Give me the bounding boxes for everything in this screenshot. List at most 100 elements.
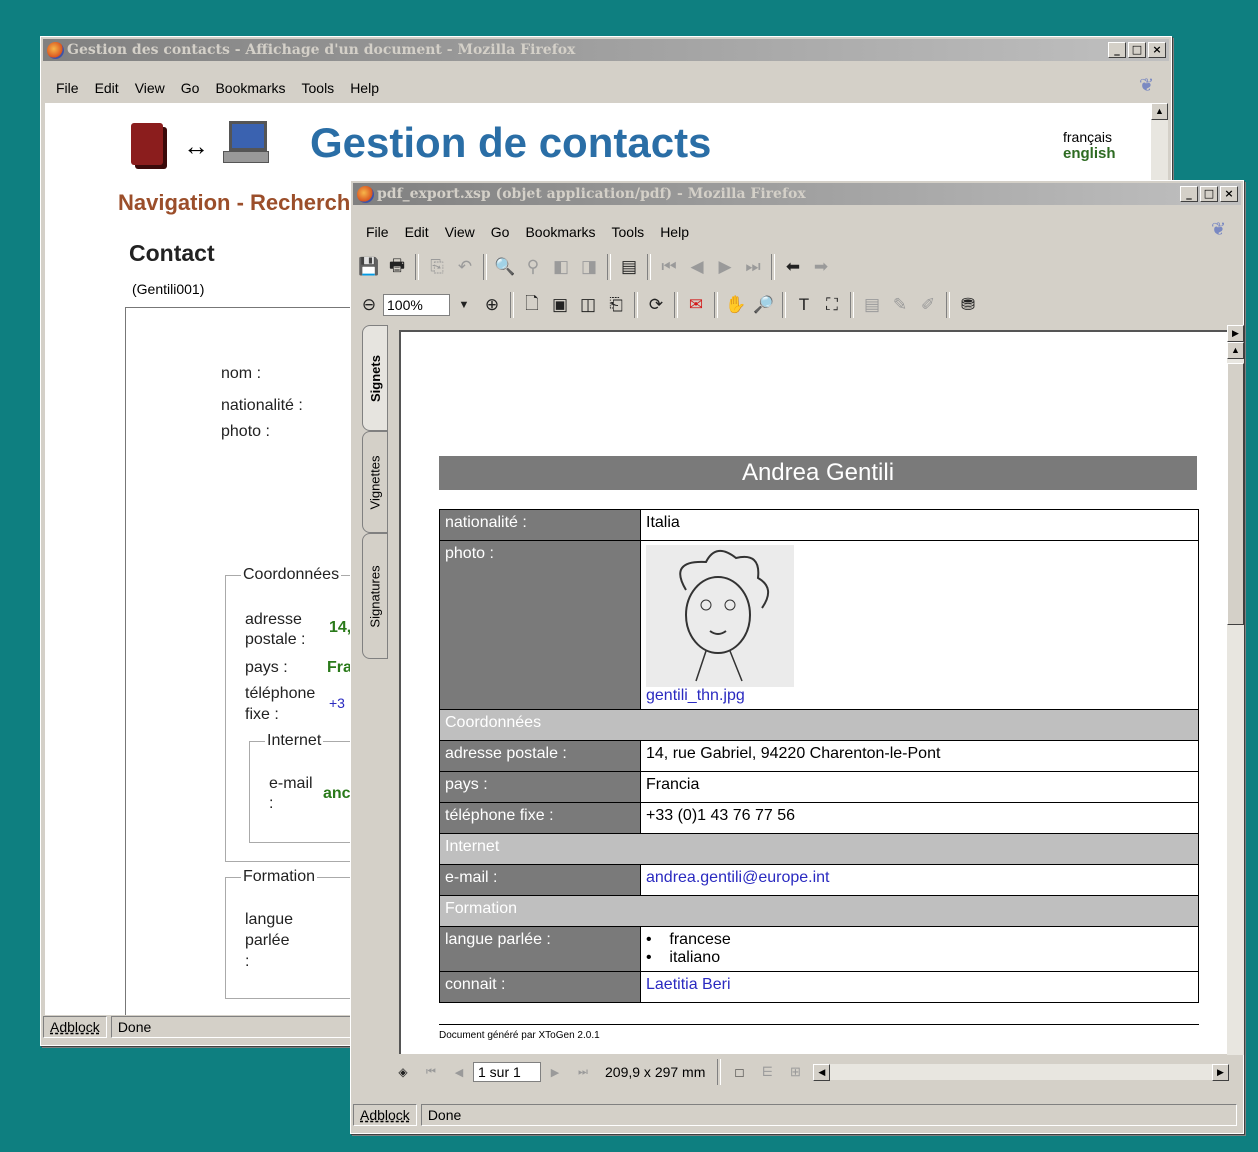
tab-signatures[interactable]: Signatures [362, 533, 388, 659]
menu-go[interactable]: Go [178, 80, 203, 96]
menu-tools[interactable]: Tools [299, 80, 338, 96]
label-adresse: adresse [245, 611, 302, 628]
forward-icon[interactable]: ➡ [810, 256, 832, 278]
lang-english-link[interactable]: english [1063, 145, 1116, 162]
zoom-dropdown-icon[interactable]: ▼ [453, 294, 475, 316]
fit-page-icon[interactable]: ▣ [549, 294, 571, 316]
continuous-icon[interactable]: ⋿ [756, 1061, 778, 1083]
horizontal-scrollbar[interactable] [830, 1064, 1212, 1080]
note-icon[interactable]: ▤ [861, 294, 883, 316]
next-page-icon[interactable]: ▶ [544, 1061, 566, 1083]
maximize-button[interactable]: □ [1128, 42, 1146, 58]
scroll-up-arrow-icon[interactable]: ▲ [1151, 103, 1168, 120]
value-email[interactable]: anc [323, 785, 351, 803]
tab-signets[interactable]: Signets [362, 325, 388, 431]
zoom-input[interactable]: 100% [383, 294, 450, 316]
zoom-out-icon[interactable]: ⊖ [358, 294, 380, 316]
scroll-right-arrow-icon[interactable]: ▶ [1227, 325, 1244, 342]
connait-link[interactable]: Laetitia Beri [646, 976, 731, 993]
menu-bar: File Edit View Go Bookmarks Tools Help [353, 221, 1241, 243]
highlighter-icon[interactable]: ✐ [917, 294, 939, 316]
contact-heading: Contact [129, 240, 215, 266]
actual-size-icon[interactable]: 🗋 [521, 294, 543, 316]
undo-icon[interactable]: ↶ [454, 256, 476, 278]
table-row: photo : gentili_thn.jpg [439, 540, 1199, 710]
help-tool-icon[interactable]: ⛃ [957, 294, 979, 316]
menu-view[interactable]: View [132, 80, 168, 96]
menu-tools[interactable]: Tools [609, 224, 648, 240]
scroll-left-arrow-icon[interactable]: ◀ [813, 1063, 831, 1081]
scroll-thumb[interactable] [1227, 363, 1244, 625]
menu-go[interactable]: Go [488, 224, 513, 240]
snapshot-icon[interactable]: ⛶ [821, 294, 843, 316]
menu-bookmarks[interactable]: Bookmarks [212, 80, 288, 96]
last-page-icon[interactable]: ⏭ [572, 1061, 594, 1083]
pages-panel-icon[interactable]: ▤ [618, 256, 640, 278]
print-icon[interactable]: 🖶 [386, 256, 408, 278]
zoom-tool-icon[interactable]: 🔎 [753, 294, 775, 316]
text-select-icon[interactable]: T [793, 294, 815, 316]
search-icon[interactable]: ⚲ [522, 256, 544, 278]
pdf-page: Andrea Gentili nationalité : Italia photo… [399, 330, 1229, 1054]
adblock-status[interactable]: Adblock [43, 1016, 107, 1038]
table-row: nationalité : Italia [439, 509, 1199, 541]
table-row: connait : Laetitia Beri [439, 971, 1199, 1003]
prev-page-icon[interactable]: ◀ [686, 256, 708, 278]
minimize-button[interactable]: _ [1180, 186, 1198, 202]
title-bar[interactable]: Gestion des contacts - Affichage d'un do… [43, 39, 1169, 61]
acrobat-icon[interactable]: ✉ [685, 294, 707, 316]
menu-bookmarks[interactable]: Bookmarks [522, 224, 598, 240]
close-button[interactable]: × [1148, 42, 1166, 58]
reflow-icon[interactable]: ⎗ [605, 294, 627, 316]
close-button[interactable]: × [1220, 186, 1238, 202]
menu-edit[interactable]: Edit [402, 224, 432, 240]
split-icon[interactable]: ◈ [392, 1061, 414, 1083]
legend-formation: Formation [241, 868, 318, 886]
list-item: • francese [646, 931, 731, 948]
menu-bar: File Edit View Go Bookmarks Tools Help [43, 77, 1169, 99]
contact-id: (Gentili001) [132, 281, 205, 297]
next-page-icon[interactable]: ▶ [714, 256, 736, 278]
last-page-icon[interactable]: ⏭ [742, 256, 764, 278]
computer-icon [223, 121, 269, 163]
fit-width-icon[interactable]: ◫ [577, 294, 599, 316]
first-page-icon[interactable]: ⏮ [420, 1061, 442, 1083]
title-bar[interactable]: pdf_export.xsp (objet application/pdf) -… [353, 183, 1241, 205]
single-page-icon[interactable]: □ [728, 1061, 750, 1083]
scroll-right-arrow-icon[interactable]: ▶ [1212, 1063, 1229, 1081]
facing-icon[interactable]: ⊞ [784, 1061, 806, 1083]
hand-tool-icon[interactable]: ✋ [725, 294, 747, 316]
find-icon[interactable]: 🔍 [494, 256, 516, 278]
menu-help[interactable]: Help [347, 80, 382, 96]
photo-link[interactable]: gentili_thn.jpg [646, 687, 745, 704]
scroll-up-arrow-icon[interactable]: ▲ [1227, 342, 1244, 359]
page-number-input[interactable]: 1 sur 1 [473, 1062, 541, 1082]
menu-edit[interactable]: Edit [92, 80, 122, 96]
pencil-icon[interactable]: ✎ [889, 294, 911, 316]
menu-view[interactable]: View [442, 224, 478, 240]
navigation-breadcrumb[interactable]: Navigation - Recherch [118, 190, 350, 216]
tab-vignettes[interactable]: Vignettes [362, 431, 388, 533]
table-cell-value: +33 (0)1 43 76 77 56 [640, 802, 1199, 834]
adblock-status[interactable]: Adblock [353, 1104, 417, 1126]
copy-icon[interactable]: ⎘ [426, 256, 448, 278]
prev-page-icon[interactable]: ◀ [448, 1061, 470, 1083]
lang-francais-link[interactable]: français [1063, 129, 1112, 145]
zoom-in-icon[interactable]: ⊕ [481, 294, 503, 316]
rotate-icon[interactable]: ⟳ [645, 294, 667, 316]
menu-file[interactable]: File [53, 80, 82, 96]
first-page-icon[interactable]: ⏮ [658, 256, 680, 278]
save-icon[interactable]: 💾 [358, 256, 380, 278]
maximize-button[interactable]: □ [1200, 186, 1218, 202]
minimize-button[interactable]: _ [1108, 42, 1126, 58]
pdf-vertical-scrollbar[interactable]: ▶ ▲ [1227, 325, 1244, 1055]
menu-help[interactable]: Help [657, 224, 692, 240]
section-formation: Formation [439, 895, 1199, 927]
page-nav-bar: ◈ ⏮ ◀ 1 sur 1 ▶ ⏭ 209,9 x 297 mm □ ⋿ ⊞ ◀… [389, 1059, 1229, 1085]
email-link[interactable]: andrea.gentili@europe.int [646, 869, 829, 886]
menu-file[interactable]: File [363, 224, 392, 240]
back-icon[interactable]: ⬅ [782, 256, 804, 278]
next-view-icon[interactable]: ◨ [578, 256, 600, 278]
prev-view-icon[interactable]: ◧ [550, 256, 572, 278]
table-cell-key: langue parlée : [439, 926, 641, 972]
